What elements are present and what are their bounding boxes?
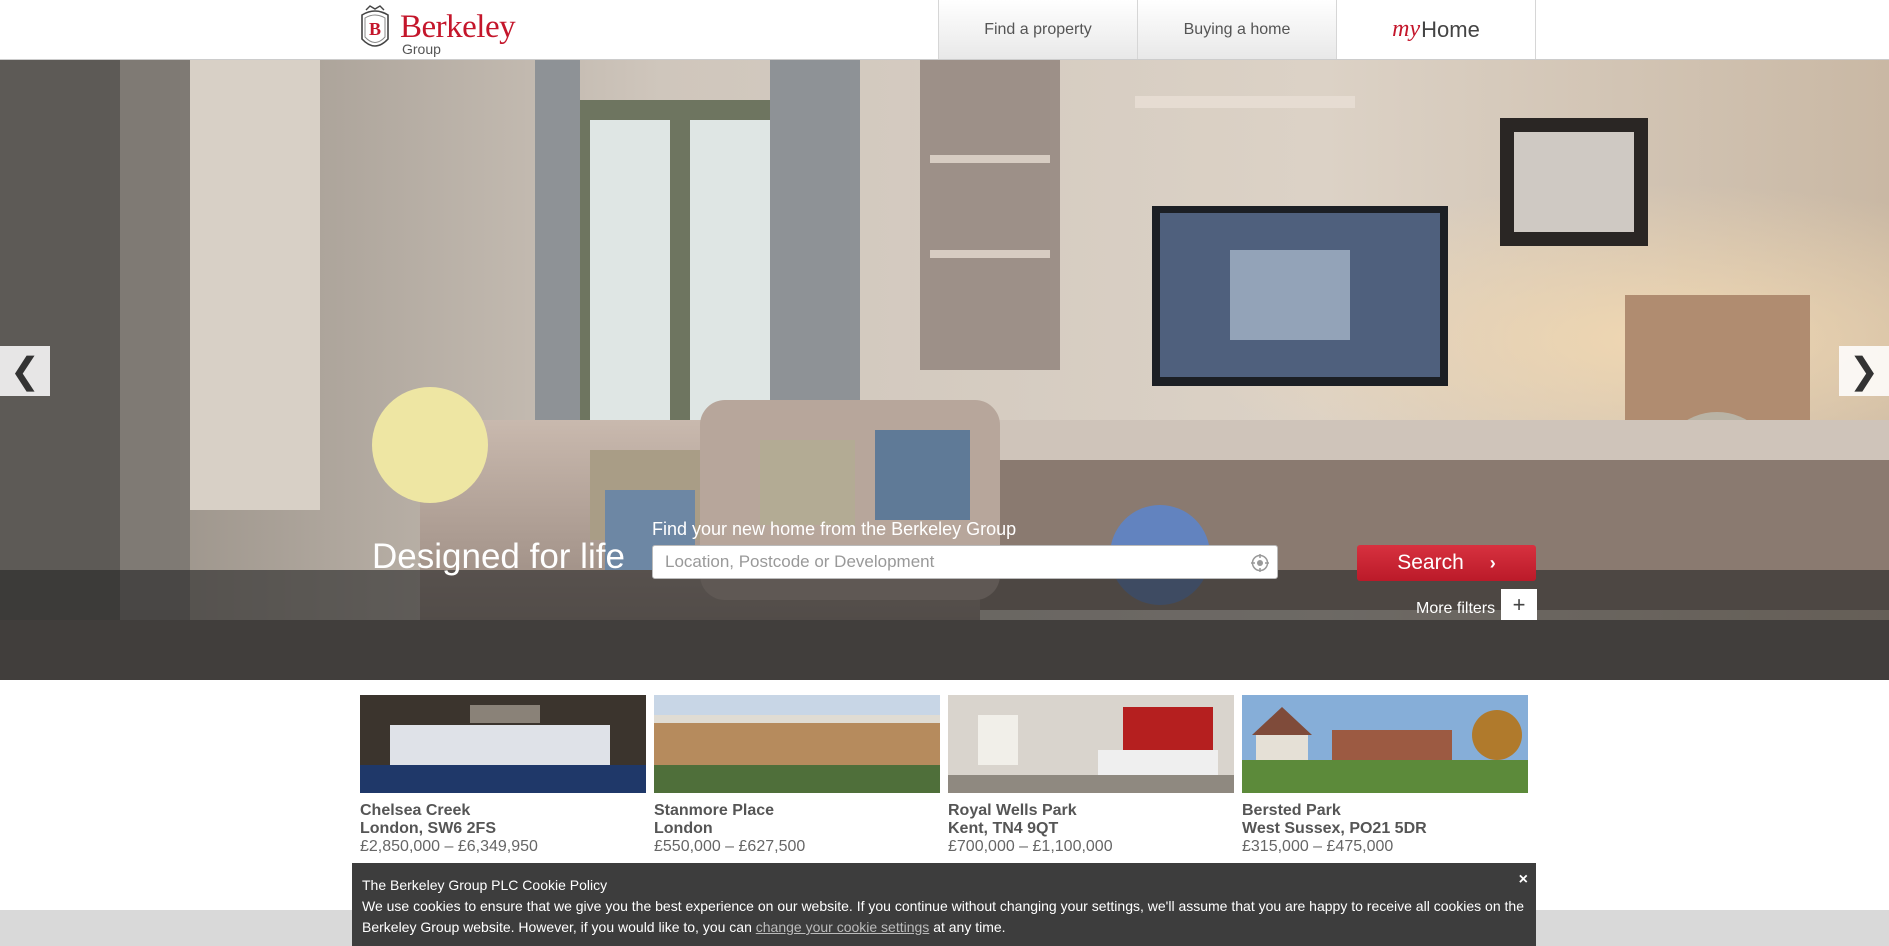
hero-tagline: Designed for life [372, 537, 625, 576]
nav-my-home[interactable]: my Home [1336, 0, 1536, 59]
my-prefix: my [1392, 16, 1421, 42]
cookie-title: The Berkeley Group PLC Cookie Policy [362, 877, 608, 893]
carousel-next-button[interactable]: ❯ [1839, 346, 1889, 396]
property-price: £315,000 – £475,000 [1242, 838, 1394, 855]
property-price: £550,000 – £627,500 [654, 838, 806, 855]
cookie-banner: The Berkeley Group PLC Cookie Policy We … [352, 863, 1536, 946]
property-thumbnail[interactable] [948, 695, 1234, 793]
cookie-settings-link[interactable]: change your cookie settings [756, 919, 930, 935]
search-button-label: Search [1397, 551, 1464, 574]
property-card[interactable]: Bersted Park West Sussex, PO21 5DR £315,… [1242, 695, 1528, 855]
crest-icon: B [361, 5, 389, 47]
property-location: London [654, 820, 713, 837]
property-card[interactable]: Stanmore Place London £550,000 – £627,50… [654, 695, 940, 855]
nav-buying-home[interactable]: Buying a home [1137, 0, 1336, 59]
berkeley-logo[interactable]: B Berkeley Group [356, 4, 516, 57]
more-filters-link[interactable]: More filters [1416, 600, 1495, 618]
property-price: £700,000 – £1,100,000 [948, 838, 1113, 855]
close-icon[interactable]: × [1519, 869, 1528, 890]
hero-carousel: ❮ ❯ [0, 60, 1889, 680]
property-price: £2,850,000 – £6,349,950 [360, 838, 538, 855]
site-header: B Berkeley Group Find a property Buying … [0, 0, 1889, 60]
property-name[interactable]: Bersted Park [1242, 802, 1341, 820]
more-filters-plus-button[interactable]: + [1501, 589, 1537, 620]
cookie-text: We use cookies to ensure that we give yo… [362, 896, 1526, 938]
cookie-text-after: at any time. [929, 919, 1006, 935]
home-label: Home [1421, 16, 1480, 42]
main-nav: Find a property Buying a home my Home [938, 0, 1536, 59]
property-card[interactable]: Chelsea Creek London, SW6 2FS £2,850,000… [360, 695, 646, 855]
locate-icon[interactable] [1251, 554, 1269, 572]
search-label: Find your new home from the Berkeley Gro… [652, 519, 1017, 539]
search-input[interactable]: Location, Postcode or Development [652, 545, 1278, 579]
property-thumbnail[interactable] [1242, 695, 1528, 793]
carousel-prev-button[interactable]: ❮ [0, 346, 50, 396]
search-button[interactable]: Search › [1357, 545, 1536, 581]
property-card[interactable]: Royal Wells Park Kent, TN4 9QT £700,000 … [948, 695, 1234, 855]
search-band [0, 570, 1889, 680]
property-location: London, SW6 2FS [360, 820, 496, 837]
property-location: West Sussex, PO21 5DR [1242, 820, 1427, 837]
property-name[interactable]: Chelsea Creek [360, 802, 470, 820]
property-location: Kent, TN4 9QT [948, 820, 1059, 837]
nav-find-property[interactable]: Find a property [938, 0, 1137, 59]
property-thumbnail[interactable] [360, 695, 646, 793]
search-placeholder: Location, Postcode or Development [665, 552, 935, 571]
property-thumbnail[interactable] [654, 695, 940, 793]
chevron-right-icon: › [1489, 552, 1496, 573]
svg-text:B: B [369, 19, 381, 39]
property-name[interactable]: Royal Wells Park [948, 802, 1077, 820]
brand-sub: Group [402, 41, 441, 57]
property-name[interactable]: Stanmore Place [654, 802, 774, 820]
